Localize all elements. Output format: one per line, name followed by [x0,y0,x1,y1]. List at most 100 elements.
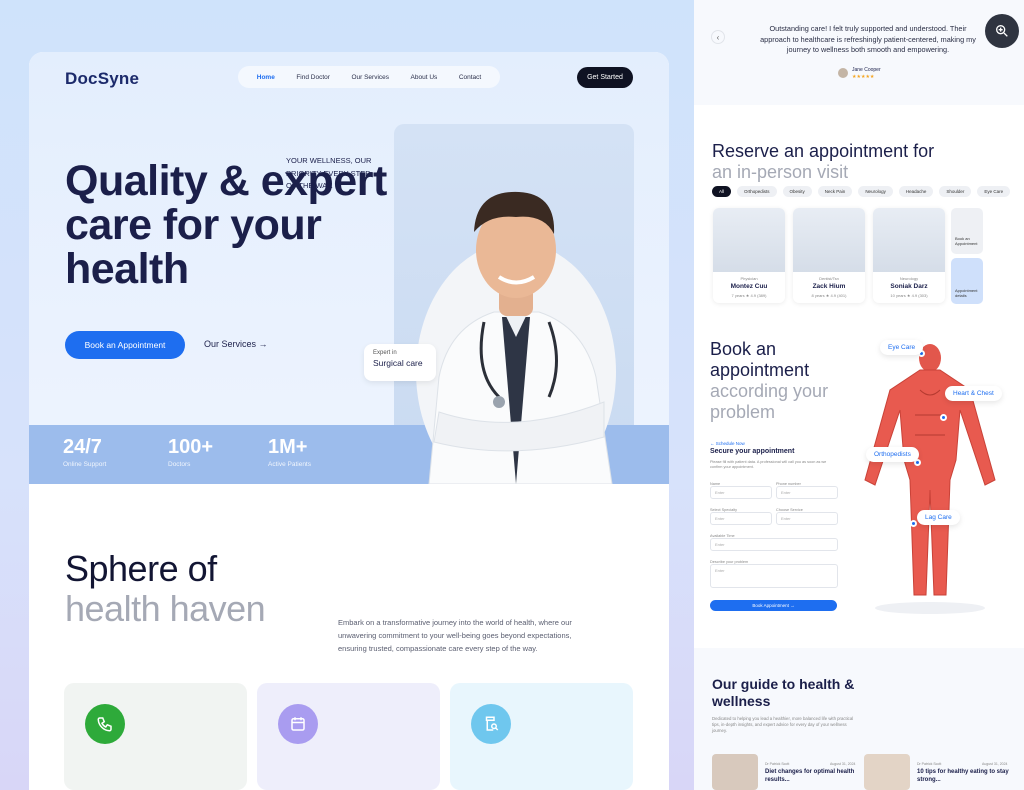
prev-arrow-icon[interactable]: ‹ [711,30,725,44]
phone-input[interactable]: Enter [776,486,838,499]
brand-logo[interactable]: DocSyne [65,69,139,89]
sphere-title-dark: Sphere of [65,548,217,589]
guide-title: Our guide to health & wellness [712,676,855,709]
body-tag-ortho[interactable]: Orthopedists [866,447,919,462]
stat-label: Doctors [168,461,191,468]
doctor-rating: 4.9 (303) [911,293,928,298]
filter-chip[interactable]: Neurology [858,186,893,197]
service-card[interactable] [257,683,440,790]
filter-chip[interactable]: Neck Pain [817,186,853,197]
specialty-filters: All Orthopedists Obesity Neck Pain Neuro… [712,186,1011,197]
filter-chip[interactable]: Headache [898,186,934,197]
doctor-photo [793,208,865,272]
doctor-meta: 8 years ★ 4.9 (401) [811,293,847,298]
expert-badge-label: Expert in [373,350,397,356]
doctor-rating: 4.9 (401) [830,293,847,298]
problem-textarea[interactable]: Enter [710,564,838,588]
nav-contact[interactable]: Contact [459,74,481,81]
doctor-years: 8 years [811,293,825,298]
blog-post[interactable]: Dr Patrick Scott August 31, 2024 Diet ch… [712,754,862,790]
doctor-photo [873,208,945,272]
book-problem-title-dark: Book an appointment [710,339,810,380]
time-field: Available Time Enter [710,534,838,551]
calendar-icon [278,704,318,744]
filter-chip[interactable]: Shoulder [939,186,972,197]
service-select[interactable]: Enter [776,512,838,525]
book-appointment-button[interactable]: Book an Appointment [65,331,185,359]
blog-post[interactable]: Dr Patrick Scott August 31, 2024 10 tips… [864,754,1014,790]
stat-doctors: 100+ Doctors [168,436,213,468]
form-description: Please fill with patient data. A profess… [710,460,827,469]
specialty-field: Select Specialty Enter [710,508,772,525]
post-image [864,754,910,790]
main-nav: Home Find Doctor Our Services About Us C… [238,66,500,88]
our-services-label: Our Services [204,339,257,349]
name-field: Name Enter [710,482,772,499]
schedule-now-link[interactable]: ← Schedule Now [710,441,745,446]
post-author: Dr Patrick Scott [765,762,790,766]
side-card-details[interactable]: Appointment details [951,258,983,304]
doctor-name: Montez Cuu [730,283,768,290]
nav-our-services[interactable]: Our Services [351,74,389,81]
filter-chip[interactable]: All [712,186,732,197]
specialty-select[interactable]: Enter [710,512,772,525]
doctor-card[interactable]: Dentist/Tsn Zack Hium 8 years ★ 4.9 (401… [793,208,865,303]
arrow-right-icon: → [258,339,268,349]
rating-stars: ★★★★★ [852,74,875,80]
book-problem-title: Book an appointment according your probl… [710,339,860,423]
phone-icon [85,704,125,744]
doctor-meta: 10 years ★ 4.9 (303) [890,293,928,298]
service-card[interactable] [64,683,247,790]
service-field: Choose Service Enter [776,508,838,525]
filter-chip[interactable]: Eye Care [977,186,1011,197]
nav-home[interactable]: Home [257,74,275,81]
form-title: Secure your appointment [710,448,795,455]
sphere-description: Embark on a transformative journey into … [338,618,572,653]
testimonial-quote: Outstanding care! I felt truly supported… [760,24,976,54]
service-card[interactable] [450,683,633,790]
doctor-specialty: Physician [740,276,758,281]
post-date: August 31, 2024 [830,762,856,766]
sphere-title-grey: health haven [65,588,266,629]
body-tag-heart[interactable]: Heart & Chest [945,386,1002,401]
doctor-specialty: Neurology [899,276,919,281]
zoom-in-icon[interactable] [985,14,1019,48]
doctor-card[interactable]: Neurology Soniak Darz 10 years ★ 4.9 (30… [873,208,945,303]
medicine-search-icon [471,704,511,744]
name-input[interactable]: Enter [710,486,772,499]
doctor-years: 10 years [890,293,906,298]
post-author: Dr Patrick Scott [917,762,942,766]
stat-label: Online Support [63,461,107,468]
expert-badge: Expert in Surgical care [364,344,436,381]
side-card-book[interactable]: Book an Appointment [951,208,983,254]
filter-chip[interactable]: Orthopedists [737,186,777,197]
doctor-name: Soniak Darz [890,283,928,290]
time-select[interactable]: Enter [710,538,838,551]
doctor-photo [713,208,785,272]
nav-about-us[interactable]: About Us [411,74,438,81]
sphere-title: Sphere of health haven [65,548,266,629]
body-tag-eye[interactable]: Eye Care [880,340,924,355]
stat-value: 100+ [168,436,214,458]
book-problem-title-grey: according your problem [710,381,829,422]
doctor-rating: 4.9 (389) [750,293,767,298]
doctor-name: Zack Hium [812,283,846,290]
our-services-link[interactable]: Our Services → [204,339,268,349]
reserve-title-dark: Reserve an appointment for [712,141,935,161]
phone-field: Phone number Enter [776,482,838,499]
body-tag-lag[interactable]: Lag Care [917,510,960,525]
stat-value: 24/7 [63,436,102,458]
lag-dot[interactable] [910,520,917,527]
book-appointment-submit[interactable]: Book Appointment → [710,600,837,611]
post-image [712,754,758,790]
doctor-meta: 7 years ★ 4.9 (389) [731,293,767,298]
anatomy-figure [864,344,996,614]
guide-description: Dedicated to helping you lead a healthie… [712,716,854,733]
get-started-button[interactable]: Get Started [577,67,633,88]
avatar [838,68,848,78]
filter-chip[interactable]: Obesity [782,186,812,197]
doctor-years: 7 years [731,293,745,298]
nav-find-doctor[interactable]: Find Doctor [296,74,330,81]
heart-dot[interactable] [940,414,947,421]
doctor-card[interactable]: Physician Montez Cuu 7 years ★ 4.9 (389) [713,208,785,303]
